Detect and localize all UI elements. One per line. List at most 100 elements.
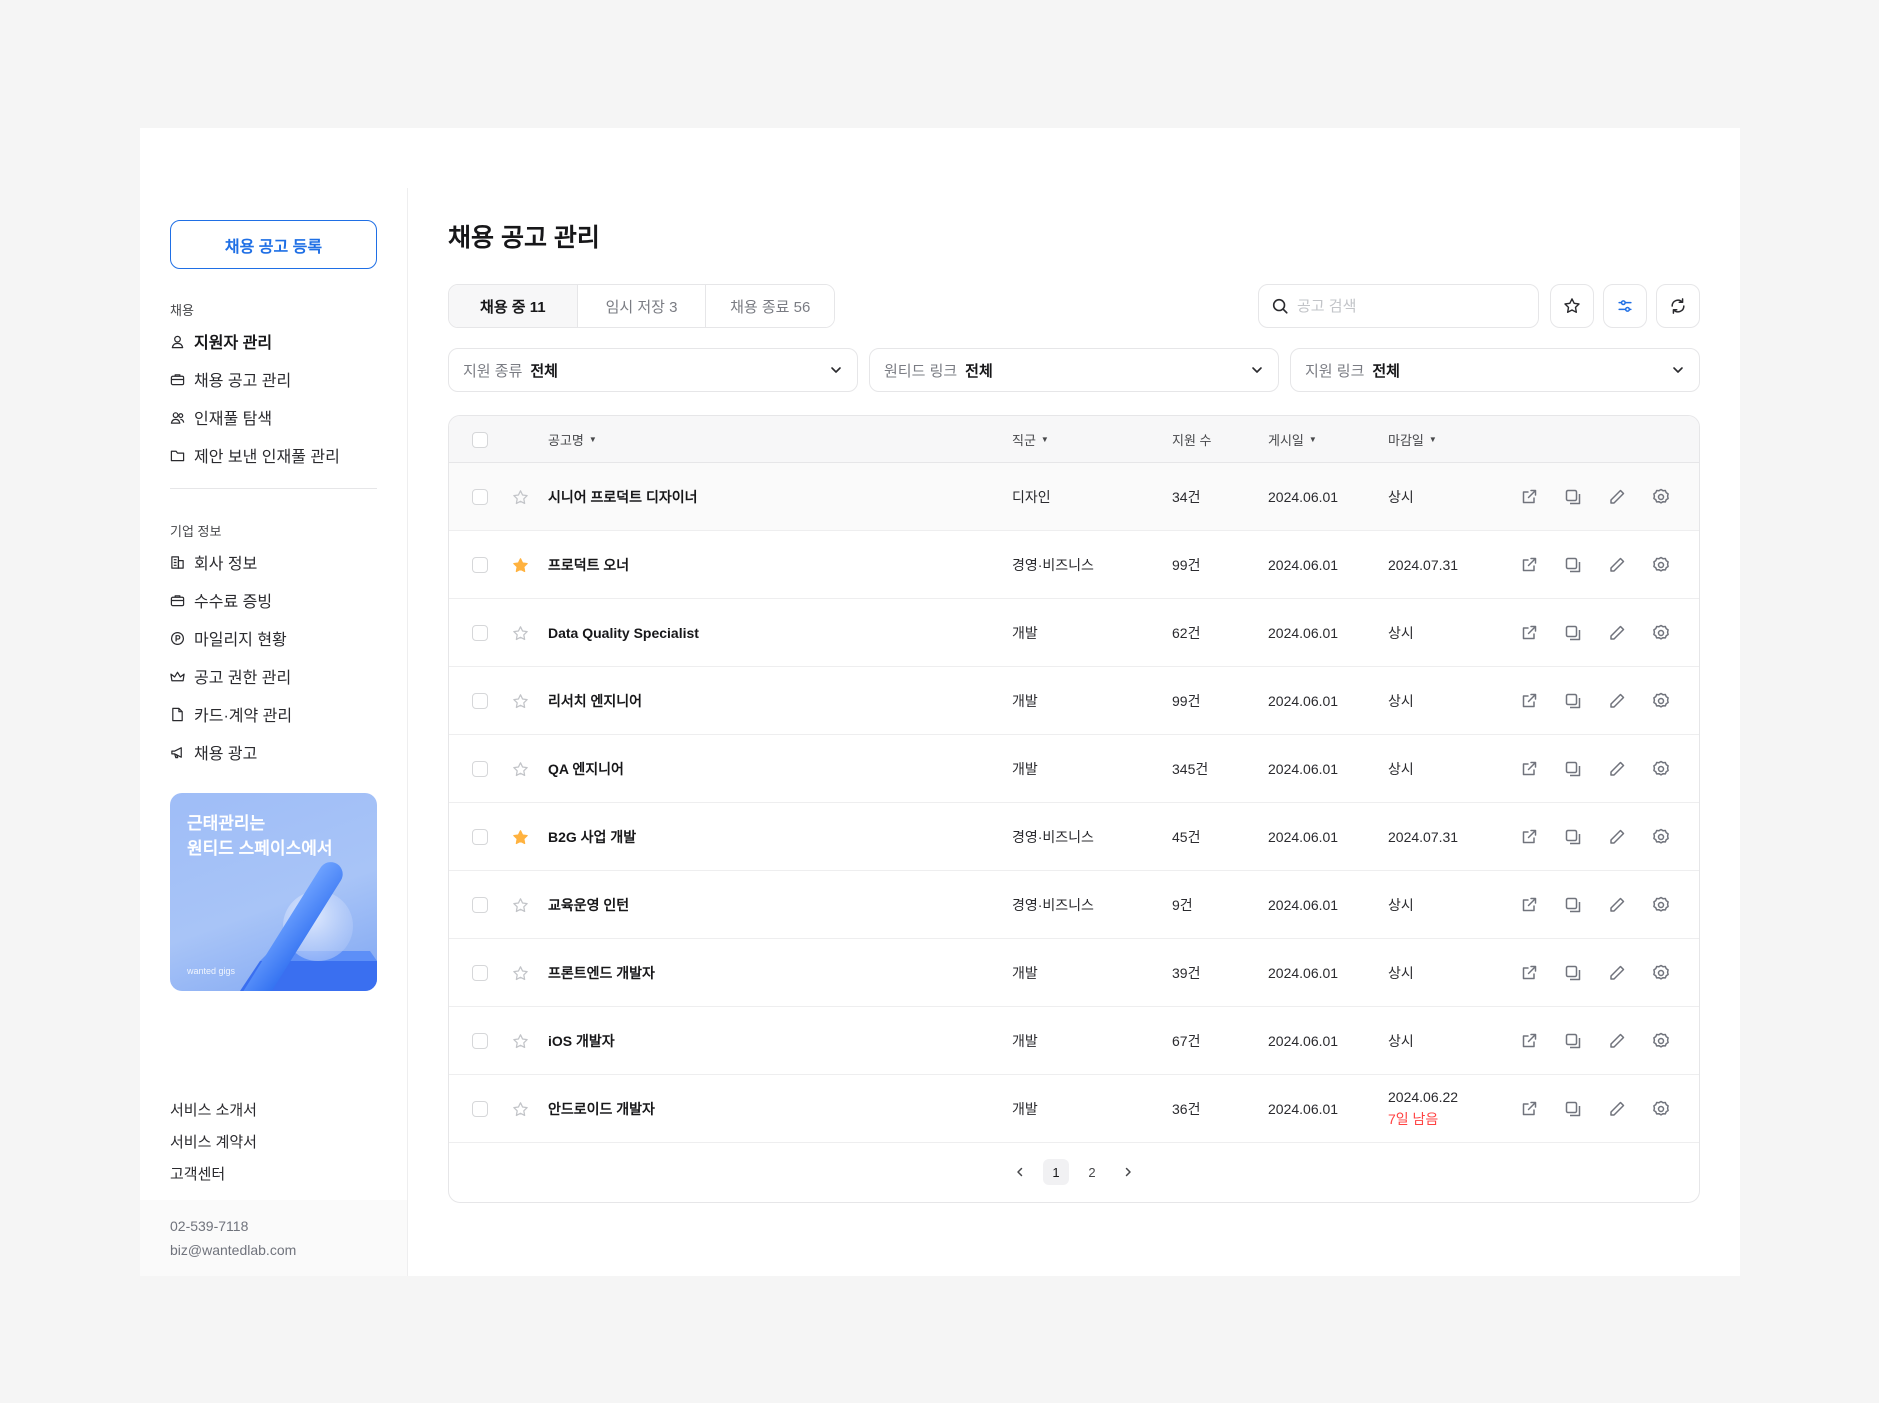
table-row[interactable]: 교육운영 인턴 경영·비즈니스 9건 2024.06.01 상시 [449, 871, 1699, 939]
gear-icon[interactable] [1651, 895, 1671, 915]
external-link-icon[interactable] [1519, 827, 1539, 847]
footer-link[interactable]: 서비스 소개서 [170, 1093, 257, 1125]
star-outline-icon[interactable] [511, 1100, 530, 1119]
row-checkbox[interactable] [472, 829, 488, 845]
header-title[interactable]: 공고명 ▼ [548, 416, 597, 463]
external-link-icon[interactable] [1519, 759, 1539, 779]
tab-drafts[interactable]: 임시 저장 3 [577, 285, 707, 327]
edit-pencil-icon[interactable] [1607, 895, 1627, 915]
filter-wanted-link[interactable]: 원티드 링크 전체 [869, 348, 1279, 392]
external-link-icon[interactable] [1519, 623, 1539, 643]
favorites-button[interactable] [1550, 284, 1594, 328]
copy-icon[interactable] [1563, 555, 1583, 575]
gear-icon[interactable] [1651, 487, 1671, 507]
row-checkbox[interactable] [472, 625, 488, 641]
copy-icon[interactable] [1563, 623, 1583, 643]
edit-pencil-icon[interactable] [1607, 963, 1627, 983]
row-checkbox[interactable] [472, 897, 488, 913]
star-outline-icon[interactable] [511, 896, 530, 915]
filter-settings-button[interactable] [1603, 284, 1647, 328]
next-page-button[interactable] [1115, 1159, 1141, 1185]
star-filled-icon[interactable] [511, 828, 530, 847]
external-link-icon[interactable] [1519, 487, 1539, 507]
row-checkbox[interactable] [472, 1101, 488, 1117]
edit-pencil-icon[interactable] [1607, 759, 1627, 779]
star-outline-icon[interactable] [511, 760, 530, 779]
external-link-icon[interactable] [1519, 1031, 1539, 1051]
tab-active-jobs[interactable]: 채용 중 11 [449, 285, 578, 327]
edit-pencil-icon[interactable] [1607, 555, 1627, 575]
copy-icon[interactable] [1563, 963, 1583, 983]
prev-page-button[interactable] [1007, 1159, 1033, 1185]
filter-apply-link[interactable]: 지원 링크 전체 [1290, 348, 1700, 392]
edit-pencil-icon[interactable] [1607, 827, 1627, 847]
external-link-icon[interactable] [1519, 691, 1539, 711]
table-row[interactable]: 시니어 프로덕트 디자이너 디자인 34건 2024.06.01 상시 [449, 463, 1699, 531]
row-checkbox[interactable] [472, 1033, 488, 1049]
gear-icon[interactable] [1651, 827, 1671, 847]
edit-pencil-icon[interactable] [1607, 1031, 1627, 1051]
gear-icon[interactable] [1651, 623, 1671, 643]
register-job-button[interactable]: 채용 공고 등록 [170, 220, 377, 269]
gear-icon[interactable] [1651, 1031, 1671, 1051]
external-link-icon[interactable] [1519, 555, 1539, 575]
header-job[interactable]: 직군 ▼ [1012, 416, 1049, 463]
table-row[interactable]: 안드로이드 개발자 개발 36건 2024.06.01 2024.06.22 7일… [449, 1075, 1699, 1143]
external-link-icon[interactable] [1519, 963, 1539, 983]
gear-icon[interactable] [1651, 555, 1671, 575]
edit-pencil-icon[interactable] [1607, 487, 1627, 507]
copy-icon[interactable] [1563, 1031, 1583, 1051]
star-outline-icon[interactable] [511, 1032, 530, 1051]
header-deadline[interactable]: 마감일 ▼ [1388, 416, 1437, 463]
gear-icon[interactable] [1651, 759, 1671, 779]
row-checkbox[interactable] [472, 489, 488, 505]
gear-icon[interactable] [1651, 691, 1671, 711]
job-title[interactable]: 시니어 프로덕트 디자이너 [548, 463, 697, 531]
promo-banner[interactable]: 근태관리는 원티드 스페이스에서 wanted gigs [170, 793, 377, 991]
search-box[interactable] [1258, 284, 1539, 328]
star-outline-icon[interactable] [511, 964, 530, 983]
row-checkbox[interactable] [472, 693, 488, 709]
refresh-button[interactable] [1656, 284, 1700, 328]
edit-pencil-icon[interactable] [1607, 1099, 1627, 1119]
job-title[interactable]: 리서치 엔지니어 [548, 667, 642, 735]
copy-icon[interactable] [1563, 1099, 1583, 1119]
star-outline-icon[interactable] [511, 624, 530, 643]
table-row[interactable]: 프로덕트 오너 경영·비즈니스 99건 2024.06.01 2024.07.3… [449, 531, 1699, 599]
job-title[interactable]: Data Quality Specialist [548, 599, 699, 667]
footer-link[interactable]: 서비스 계약서 [170, 1125, 257, 1157]
select-all-checkbox[interactable] [472, 431, 488, 448]
sidebar-item[interactable]: 마일리지 현황 [170, 619, 380, 657]
job-title[interactable]: 교육운영 인턴 [548, 871, 629, 939]
gear-icon[interactable] [1651, 963, 1671, 983]
external-link-icon[interactable] [1519, 1099, 1539, 1119]
tab-closed-jobs[interactable]: 채용 종료 56 [706, 285, 834, 327]
table-row[interactable]: Data Quality Specialist 개발 62건 2024.06.0… [449, 599, 1699, 667]
star-outline-icon[interactable] [511, 488, 530, 507]
table-row[interactable]: 프론트엔드 개발자 개발 39건 2024.06.01 상시 [449, 939, 1699, 1007]
copy-icon[interactable] [1563, 691, 1583, 711]
row-checkbox[interactable] [472, 557, 488, 573]
edit-pencil-icon[interactable] [1607, 623, 1627, 643]
table-row[interactable]: 리서치 엔지니어 개발 99건 2024.06.01 상시 [449, 667, 1699, 735]
sidebar-item[interactable]: 회사 정보 [170, 543, 380, 581]
sidebar-item[interactable]: 제안 보낸 인재풀 관리 [170, 436, 380, 474]
filter-apply-type[interactable]: 지원 종류 전체 [448, 348, 858, 392]
job-title[interactable]: 프로덕트 오너 [548, 531, 629, 599]
job-title[interactable]: QA 엔지니어 [548, 735, 624, 803]
copy-icon[interactable] [1563, 487, 1583, 507]
footer-link[interactable]: 고객센터 [170, 1157, 257, 1189]
copy-icon[interactable] [1563, 895, 1583, 915]
job-title[interactable]: B2G 사업 개발 [548, 803, 636, 871]
sidebar-item[interactable]: 인재풀 탐색 [170, 398, 380, 436]
sidebar-item[interactable]: 공고 권한 관리 [170, 657, 380, 695]
sidebar-item[interactable]: 지원자 관리 [170, 322, 380, 360]
row-checkbox[interactable] [472, 761, 488, 777]
page-button[interactable]: 2 [1079, 1159, 1105, 1185]
header-posted[interactable]: 게시일 ▼ [1268, 416, 1317, 463]
table-row[interactable]: QA 엔지니어 개발 345건 2024.06.01 상시 [449, 735, 1699, 803]
copy-icon[interactable] [1563, 759, 1583, 779]
table-row[interactable]: B2G 사업 개발 경영·비즈니스 45건 2024.06.01 2024.07… [449, 803, 1699, 871]
star-outline-icon[interactable] [511, 692, 530, 711]
page-button[interactable]: 1 [1043, 1159, 1069, 1185]
